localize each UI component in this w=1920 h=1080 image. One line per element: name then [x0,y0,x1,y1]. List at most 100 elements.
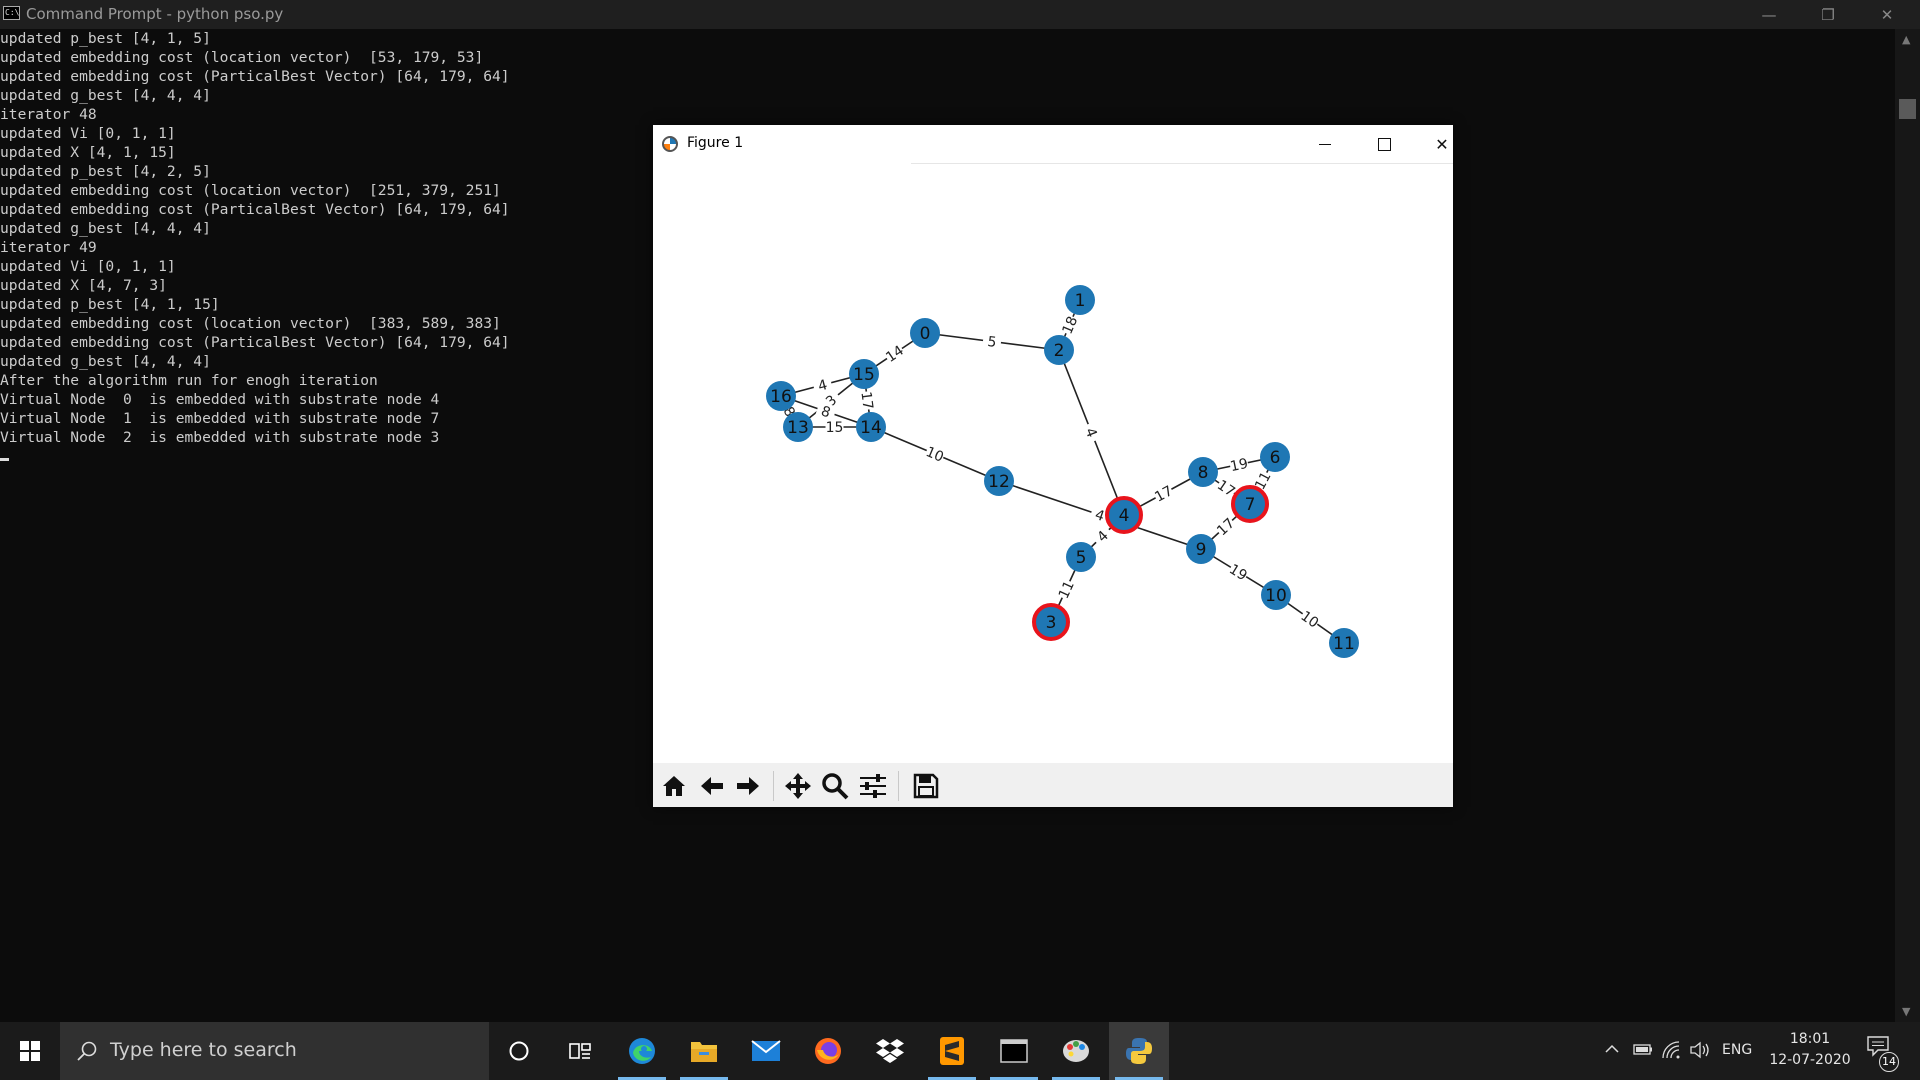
edge-weight-label: 14 [883,343,907,366]
graph-node-label: 14 [860,418,882,438]
edge-weight-label: 19 [1226,561,1250,584]
back-button[interactable] [695,770,729,802]
graph-node-label: 10 [1265,586,1287,606]
python-icon [1126,1038,1152,1064]
console-line: updated embedding cost (ParticalBest Vec… [0,68,510,85]
matplotlib-logo-icon [662,136,678,152]
zoom-button[interactable] [818,770,852,802]
dropbox-icon [876,1039,904,1063]
scroll-down-arrow-icon[interactable]: ▼ [1902,1005,1910,1018]
toolbar-separator [773,771,774,801]
graph-node-label: 2 [1054,341,1065,361]
sublime-text-button[interactable] [922,1022,982,1080]
scroll-up-arrow-icon[interactable]: ▲ [1902,33,1910,46]
zoom-icon [822,773,849,800]
python-button[interactable] [1109,1022,1169,1080]
file-explorer-icon [691,1042,717,1062]
volume-button[interactable] [1690,1041,1712,1063]
task-view-icon [569,1043,591,1059]
file-explorer-button[interactable] [674,1022,734,1080]
console-restore-button[interactable]: ❐ [1799,0,1857,29]
firefox-icon [815,1038,841,1064]
windows-start-icon [20,1041,40,1061]
mail-button[interactable] [736,1022,796,1080]
forward-arrow-icon [737,777,759,795]
edge-button[interactable] [612,1022,672,1080]
console-line: iterator 48 [0,106,97,123]
edge-weight-label: 10 [1298,608,1322,631]
chevron-up-icon [1605,1044,1619,1053]
close-icon: ✕ [1435,134,1449,154]
scrollbar-thumb[interactable] [1899,99,1916,119]
volume-icon [1690,1041,1709,1059]
toolbar-separator [898,771,899,801]
figure-close-button[interactable]: ✕ [1422,131,1462,157]
graph-node-label: 9 [1196,540,1207,560]
paint-icon [1063,1040,1089,1062]
console-close-button[interactable]: ✕ [1858,0,1916,29]
taskbar: Type here to search ENG 18:01 12-07-2020… [0,1022,1920,1080]
edge-weight-label: 11 [1056,578,1078,601]
home-button[interactable] [657,770,691,802]
home-icon [663,776,685,796]
graph-node-label: 7 [1245,495,1256,515]
edge-weight-label: 19 [1229,456,1250,475]
dropbox-button[interactable] [860,1022,920,1080]
search-placeholder: Type here to search [110,1039,297,1061]
input-language-indicator[interactable]: ENG [1722,1042,1752,1058]
edge-weight-label: 18 [1060,314,1082,337]
edge-weight-label: 17 [857,391,875,411]
network-graph: 514184417388151044171917 1117191011012345… [766,285,1359,658]
figure-titlebar[interactable]: Figure 1 ✕ [653,125,1453,163]
edge-weight-label: 17 [1152,483,1175,506]
save-button[interactable] [909,770,943,802]
figure-window: Figure 1 ✕ 5 14 18 4 4 17 3 8 8 15 10 4 4 17 19 17 11 17 1… [653,125,1453,807]
plot-area[interactable]: 5 14 18 4 4 17 3 8 8 15 10 4 4 17 19 17 11 17 19 10 11 0 1 2 3 4 5… [653,164,1453,760]
configure-subplots-button[interactable] [856,770,890,802]
console-titlebar[interactable]: C:\ Command Prompt - python pso.py — ❐ ✕ [0,0,1920,29]
show-hidden-icons-button[interactable] [1604,1041,1620,1061]
graph-node-label: 6 [1270,448,1281,468]
clock-date[interactable]: 12-07-2020 [1765,1052,1855,1068]
maximize-icon [1377,137,1391,151]
firefox-button[interactable] [798,1022,858,1080]
forward-button[interactable] [731,770,765,802]
mail-icon [751,1040,781,1061]
edge-weight-label: 10 [923,444,946,466]
taskbar-search-box[interactable]: Type here to search [60,1022,489,1080]
graph-node-label: 15 [853,365,875,385]
console-minimize-button[interactable]: — [1740,0,1798,29]
save-icon [913,773,939,799]
pan-icon [785,773,811,799]
console-scrollbar[interactable]: ▲ ▼ [1895,29,1920,1022]
graph-node-label: 3 [1046,613,1057,633]
pan-button[interactable] [781,770,815,802]
console-line: updated embedding cost (location vector)… [0,49,484,66]
search-icon [77,1041,97,1061]
graph-node-label: 11 [1333,634,1355,654]
text-cursor [0,458,9,461]
edge-weight-label: 15 [826,420,844,436]
back-arrow-icon [701,777,723,795]
wifi-icon [1662,1041,1680,1059]
graph-node-label: 5 [1076,548,1087,568]
sublime-text-icon [940,1037,964,1065]
graph-node-label: 8 [1198,463,1209,483]
graph-node-label: 12 [988,472,1010,492]
paint-button[interactable] [1046,1022,1106,1080]
console-title: Command Prompt - python pso.py [26,5,284,23]
clock-time[interactable]: 18:01 [1765,1031,1855,1047]
terminal-button[interactable] [984,1022,1044,1080]
battery-button[interactable] [1633,1041,1653,1061]
edge-icon [629,1038,655,1064]
start-button[interactable] [0,1022,60,1080]
graph-node-label: 4 [1119,506,1130,526]
console-line: updated p_best [4, 1, 5] [0,30,211,47]
figure-minimize-button[interactable] [1305,131,1345,157]
wifi-button[interactable] [1662,1041,1682,1063]
task-view-button[interactable] [550,1022,610,1080]
figure-maximize-button[interactable] [1364,131,1404,157]
terminal-icon [1000,1039,1028,1063]
graph-node-label: 0 [920,324,931,344]
cortana-button[interactable] [489,1022,549,1080]
